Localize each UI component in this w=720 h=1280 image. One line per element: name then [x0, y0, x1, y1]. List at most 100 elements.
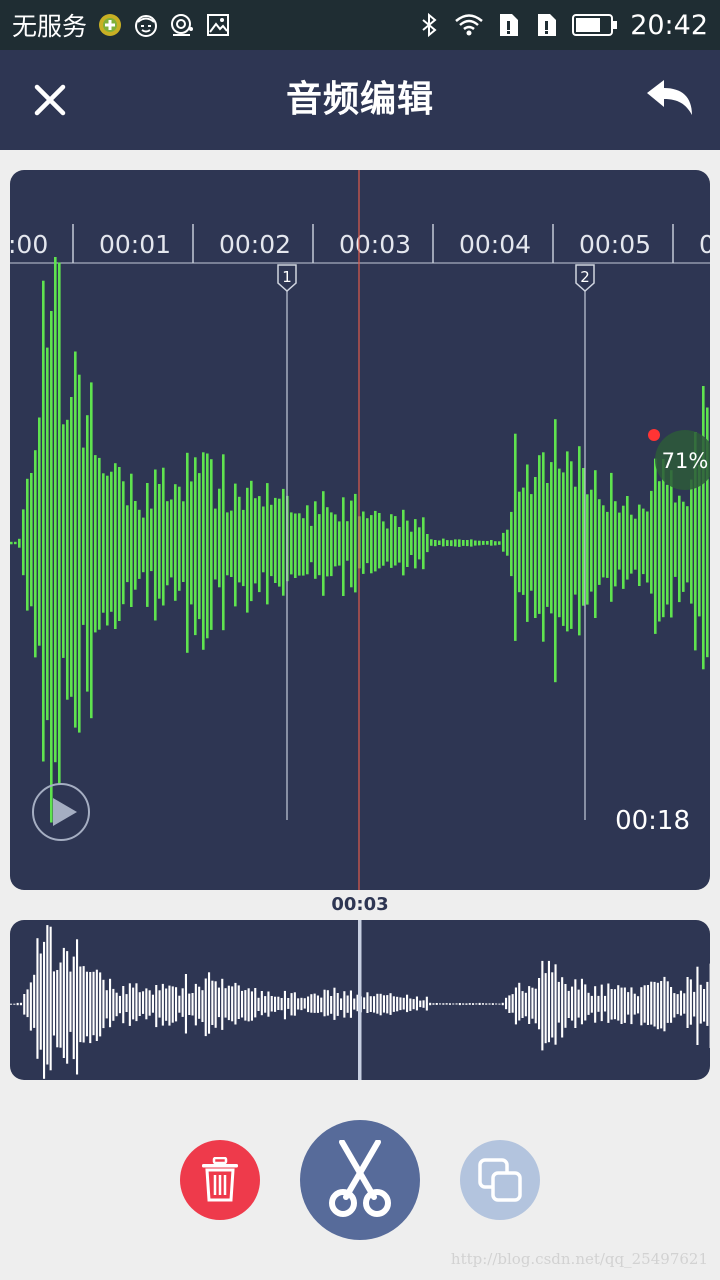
- waveform-bar: [33, 974, 36, 1028]
- waveform-bar: [306, 505, 309, 575]
- waveform-bar: [343, 991, 346, 1018]
- waveform-bar: [326, 990, 329, 1016]
- waveform-bar: [490, 540, 493, 546]
- play-icon: [53, 798, 77, 826]
- waveform-bar: [170, 499, 173, 578]
- tick-label: 00:03: [339, 230, 411, 259]
- waveform-bar: [98, 457, 101, 630]
- waveform-bar: [254, 988, 257, 1018]
- waveform-bar: [594, 986, 597, 1023]
- overview-track[interactable]: [10, 920, 710, 1080]
- waveform-bar: [438, 540, 441, 545]
- waveform-bar: [102, 473, 105, 613]
- page-title: 音频编辑: [285, 79, 434, 120]
- waveform-bar: [528, 986, 531, 1024]
- waveform-bar: [283, 990, 286, 1020]
- waveform-bar: [118, 467, 121, 621]
- waveform-bar: [378, 513, 381, 569]
- waveform-bar: [214, 981, 217, 1028]
- marker-1[interactable]: 1: [277, 264, 297, 820]
- waveform-bar: [242, 509, 245, 587]
- play-button[interactable]: [31, 782, 91, 842]
- waveform-bar: [402, 509, 405, 576]
- waveform-bar: [334, 514, 337, 567]
- progress-label: 71%: [662, 449, 709, 473]
- waveform-bar: [85, 971, 88, 1037]
- progress-dot: [648, 429, 660, 441]
- cut-button[interactable]: [300, 1120, 420, 1240]
- overview-canvas[interactable]: [10, 920, 710, 1080]
- waveform-bar: [109, 978, 112, 1028]
- waveform-bar: [69, 971, 72, 1032]
- waveform-bar: [613, 989, 616, 1020]
- waveform-bar: [663, 976, 666, 1032]
- waveform-bar: [346, 521, 349, 561]
- coin-icon: [99, 14, 122, 36]
- waveform-bar: [260, 991, 263, 1016]
- waveform-bar: [435, 1003, 438, 1005]
- waveform-bar: [389, 993, 392, 1015]
- waveform-bar: [567, 990, 570, 1018]
- waveform-bar: [462, 1003, 465, 1005]
- waveform-bar: [600, 984, 603, 1022]
- waveform-canvas[interactable]: :00 00:01 00:02 00:03 00:04 00:05 00:06 …: [10, 170, 710, 890]
- waveform-bar: [175, 987, 178, 1022]
- waveform-bar: [132, 987, 135, 1020]
- overview-cursor[interactable]: [358, 920, 362, 1080]
- waveform-bar: [10, 1003, 13, 1005]
- copy-button[interactable]: [460, 1140, 540, 1220]
- waveform-bar: [399, 997, 402, 1011]
- waveform-bar: [415, 996, 418, 1011]
- delete-button[interactable]: [180, 1140, 260, 1220]
- waveform-bar: [340, 998, 343, 1010]
- waveform-bar: [247, 988, 250, 1022]
- waveform-bar: [202, 452, 205, 650]
- watermark: http://blog.csdn.net/qq_25497621: [450, 1250, 708, 1268]
- waveform-bar: [112, 988, 115, 1021]
- waveform-bar: [90, 382, 93, 719]
- waveform-bar: [379, 993, 382, 1016]
- scissors-icon: [329, 1140, 391, 1217]
- waveform-bar: [186, 452, 189, 653]
- waveform-bar: [541, 960, 544, 1051]
- waveform-bar: [590, 489, 593, 592]
- waveform-bar: [287, 998, 290, 1009]
- waveform-bar: [182, 501, 185, 582]
- waveform-bar: [266, 483, 269, 605]
- waveform-bar: [254, 498, 257, 584]
- waveform-bar: [184, 974, 187, 1034]
- waveform-bar: [326, 507, 329, 577]
- waveform-bar: [630, 987, 633, 1025]
- waveform-bar: [686, 977, 689, 1028]
- waveform-bar: [475, 1003, 478, 1005]
- waveform-bar: [370, 515, 373, 574]
- clock: 20:42: [630, 9, 708, 41]
- waveform-bar: [373, 996, 376, 1013]
- waveform-bar: [702, 386, 705, 670]
- waveform-bar: [148, 990, 151, 1016]
- waveform-bar: [466, 540, 469, 547]
- trash-icon: [202, 1157, 238, 1202]
- waveform-bar: [386, 995, 389, 1014]
- waveform-bar: [13, 1003, 16, 1005]
- waveform-bar: [316, 995, 319, 1013]
- waveform-bar: [354, 493, 357, 593]
- waveform-bar: [530, 494, 533, 591]
- waveform-bar: [211, 980, 214, 1025]
- waveform-bar: [374, 510, 377, 572]
- waveform-bar: [145, 988, 148, 1020]
- waveform-bar: [468, 1003, 471, 1005]
- waveform-bar: [74, 351, 77, 728]
- waveform-bar: [56, 970, 59, 1048]
- waveform-bar: [678, 495, 681, 603]
- waveform-bar: [201, 990, 204, 1022]
- waveform-bar: [498, 1003, 501, 1005]
- undo-icon[interactable]: [642, 76, 698, 122]
- waveform-bar: [16, 1002, 19, 1006]
- waveform-bar: [434, 540, 437, 547]
- waveform-bar: [511, 994, 514, 1013]
- waveform-editor[interactable]: :00 00:01 00:02 00:03 00:04 00:05 00:06 …: [10, 170, 710, 890]
- waveform-bar: [646, 511, 649, 583]
- waveform-bar: [330, 512, 333, 577]
- waveform-bar: [320, 997, 323, 1013]
